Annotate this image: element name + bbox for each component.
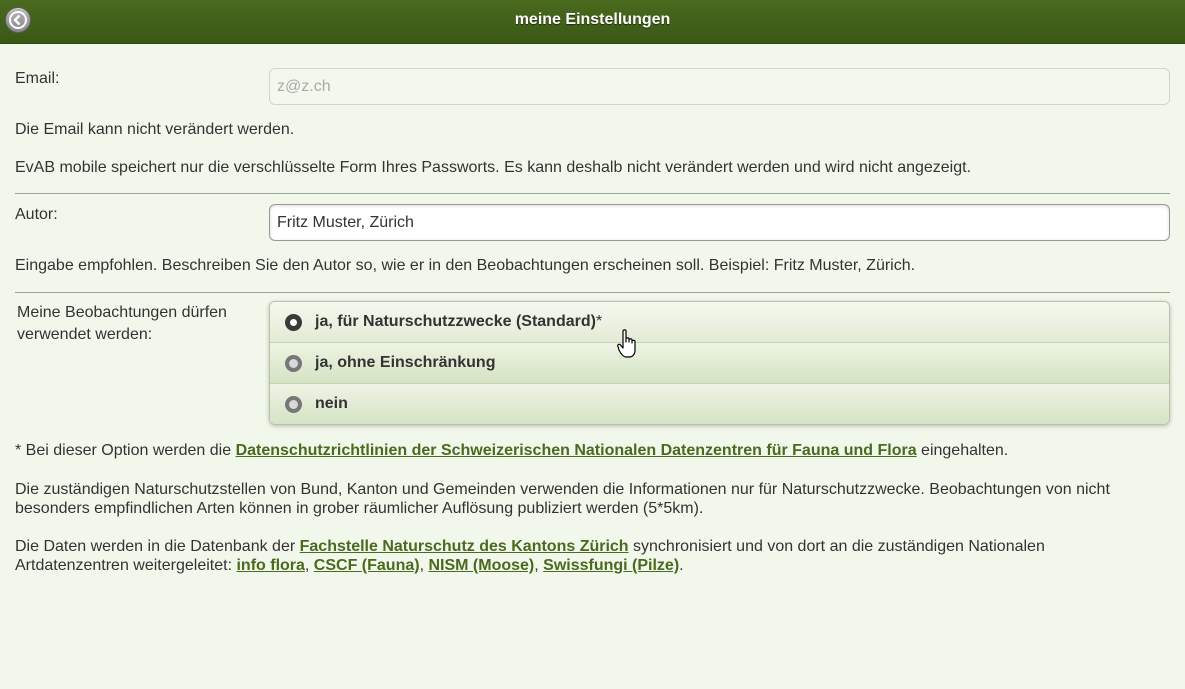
page-title: meine Einstellungen xyxy=(514,11,671,28)
separator: , xyxy=(534,557,544,574)
nism-link[interactable]: NISM (Moose) xyxy=(428,557,534,574)
radio-unselected-icon xyxy=(285,396,302,413)
footnote-suffix: eingehalten. xyxy=(916,442,1009,459)
swissfungi-link[interactable]: Swissfungi (Pilze) xyxy=(543,557,679,574)
info2-prefix: Die Daten werden in die Datenbank der xyxy=(15,538,300,555)
cscf-link[interactable]: CSCF (Fauna) xyxy=(314,557,420,574)
divider xyxy=(15,193,1170,194)
radio-option-nein[interactable]: nein xyxy=(270,384,1169,424)
autor-note: Eingabe empfohlen. Beschreiben Sie den A… xyxy=(15,257,916,274)
radio-option-naturschutz[interactable]: ja, für Naturschutzzwecke (Standard)* xyxy=(270,302,1169,343)
email-note: Die Email kann nicht verändert werden. xyxy=(15,121,295,138)
hand-pointer-icon xyxy=(617,329,636,358)
radio-unselected-icon xyxy=(285,355,302,372)
email-field[interactable]: z@z.ch xyxy=(269,68,1170,105)
radio-option-asterisk: * xyxy=(595,313,603,330)
autor-input[interactable]: Fritz Muster, Zürich xyxy=(269,204,1170,241)
info-paragraph-2: Die Daten werden in die Datenbank der Fa… xyxy=(15,537,1155,575)
header-bar: meine Einstellungen xyxy=(0,0,1185,44)
footnote-prefix: * Bei dieser Option werden die xyxy=(15,442,236,459)
radio-option-label: ja, für Naturschutzzwecke (Standard) xyxy=(315,313,596,330)
radio-selected-icon xyxy=(285,314,302,331)
divider xyxy=(15,292,1170,293)
radio-option-label: nein xyxy=(315,395,348,412)
email-label: Email: xyxy=(15,70,60,87)
datenschutz-link[interactable]: Datenschutzrichtlinien der Schweizerisch… xyxy=(236,442,917,459)
separator: , xyxy=(304,557,314,574)
info2-end: . xyxy=(679,557,684,574)
usage-radio-group: ja, für Naturschutzzwecke (Standard)* ja… xyxy=(269,301,1170,425)
password-note: EvAB mobile speichert nur die verschlüss… xyxy=(15,159,972,176)
info-paragraph-1: Die zuständigen Naturschutzstellen von B… xyxy=(15,481,1110,517)
usage-label-line1: Meine Beobachtungen dürfen xyxy=(17,304,227,321)
radio-option-ohne-einschraenkung[interactable]: ja, ohne Einschränkung xyxy=(270,343,1169,384)
infoflora-link[interactable]: info flora xyxy=(236,557,304,574)
usage-label: Meine Beobachtungen dürfen verwendet wer… xyxy=(17,302,227,346)
fachstelle-link[interactable]: Fachstelle Naturschutz des Kantons Züric… xyxy=(300,538,629,555)
radio-option-label: ja, ohne Einschränkung xyxy=(315,354,496,371)
autor-label: Autor: xyxy=(15,206,58,223)
footnote: * Bei dieser Option werden die Datenschu… xyxy=(15,441,1155,460)
usage-label-line2: verwendet werden: xyxy=(17,326,153,343)
